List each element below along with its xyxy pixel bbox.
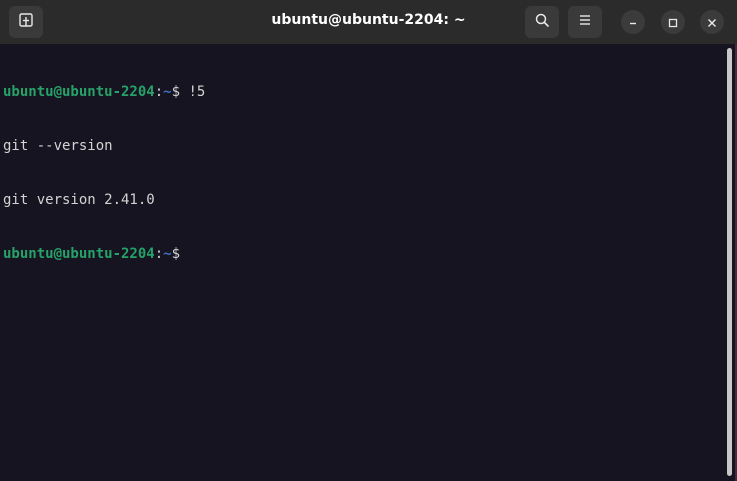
search-icon <box>534 12 550 32</box>
scrollbar-thumb[interactable] <box>727 48 732 476</box>
minimize-button[interactable] <box>621 10 645 34</box>
close-icon <box>707 13 717 32</box>
prompt-path: ~ <box>163 246 172 262</box>
terminal-line: git --version <box>3 137 722 155</box>
output-text: git --version <box>3 138 113 154</box>
command-text: !5 <box>188 84 206 100</box>
minimize-icon <box>628 13 638 32</box>
search-button[interactable] <box>525 6 559 38</box>
hamburger-menu-icon <box>577 12 593 32</box>
terminal-line: ubuntu@ubuntu-2204:~$ <box>3 245 722 263</box>
terminal-line: git version 2.41.0 <box>3 191 722 209</box>
prompt-separator: : <box>154 246 164 262</box>
maximize-button[interactable] <box>661 10 685 34</box>
prompt-user: ubuntu@ubuntu-2204 <box>3 246 155 262</box>
output-text: git version 2.41.0 <box>3 192 155 208</box>
maximize-icon <box>668 13 678 32</box>
prompt-user: ubuntu@ubuntu-2204 <box>3 84 155 100</box>
terminal-line: ubuntu@ubuntu-2204:~$ !5 <box>3 83 722 101</box>
prompt-symbol: $ <box>171 84 189 100</box>
titlebar[interactable]: ubuntu@ubuntu-2204: ~ <box>0 0 737 44</box>
terminal-output[interactable]: ubuntu@ubuntu-2204:~$ !5 git --version g… <box>0 44 722 481</box>
close-button[interactable] <box>700 10 724 34</box>
prompt-path: ~ <box>163 84 172 100</box>
prompt-separator: : <box>154 84 164 100</box>
prompt-symbol: $ <box>171 246 189 262</box>
terminal-window: ubuntu@ubuntu-2204: ~ ubuntu@ubuntu-2204… <box>0 0 737 481</box>
new-tab-icon <box>18 12 34 32</box>
new-tab-button[interactable] <box>9 6 43 38</box>
menu-button[interactable] <box>568 6 602 38</box>
